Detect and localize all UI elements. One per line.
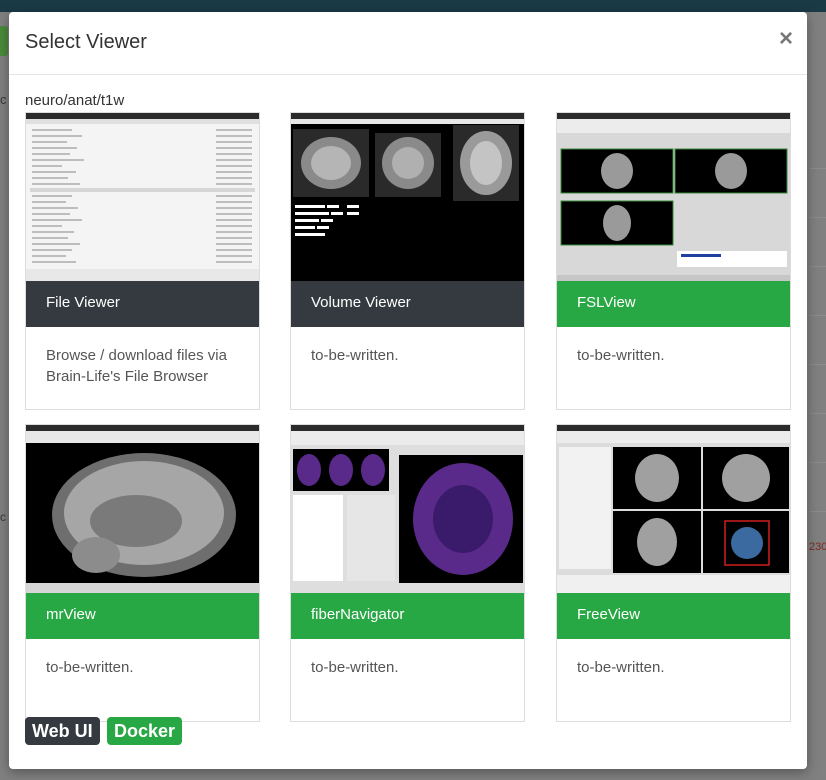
viewer-card-file-viewer[interactable]: File Viewer Browse / download files via … [25, 112, 260, 410]
viewer-name: fiberNavigator [291, 593, 524, 639]
freeview-screenshot [557, 425, 790, 593]
viewer-name: FSLView [557, 281, 790, 327]
background-id-text: 2308 [809, 541, 826, 553]
background-text: c [0, 92, 7, 107]
viewer-description: to-be-written. [311, 347, 399, 364]
datatype-path: neuro/anat/t1w [25, 92, 125, 109]
file-viewer-screenshot [26, 113, 259, 281]
viewer-card-mrview[interactable]: mrView to-be-written. [25, 424, 260, 722]
viewer-card-fslview[interactable]: FSLView to-be-written. [556, 112, 791, 410]
close-button[interactable]: × [779, 26, 793, 52]
viewer-description: to-be-written. [577, 347, 665, 364]
viewer-card-freeview[interactable]: FreeView to-be-written. [556, 424, 791, 722]
viewer-name: Volume Viewer [291, 281, 524, 327]
mrview-screenshot [26, 425, 259, 593]
viewer-card-fibernavigator[interactable]: fiberNavigator to-be-written. [290, 424, 525, 722]
modal-header: Select Viewer × [9, 12, 807, 75]
volume-viewer-screenshot [291, 113, 524, 281]
fslview-screenshot [557, 113, 790, 281]
viewer-name: File Viewer [26, 281, 259, 327]
background-rows [810, 120, 826, 512]
viewer-name: FreeView [557, 593, 790, 639]
web-ui-badge: Web UI [25, 717, 100, 745]
viewer-card-volume-viewer[interactable]: Volume Viewer to-be-written. [290, 112, 525, 410]
fibernavigator-screenshot [291, 425, 524, 593]
viewer-name: mrView [26, 593, 259, 639]
viewer-description: to-be-written. [577, 659, 665, 676]
sidebar-tab [0, 26, 8, 56]
background-text: c [0, 510, 6, 524]
modal-title: Select Viewer [25, 31, 147, 53]
select-viewer-modal: Select Viewer × neuro/anat/t1w File View… [9, 12, 807, 769]
docker-badge: Docker [107, 717, 183, 745]
viewer-description: Browse / download files via Brain-Life's… [46, 347, 227, 385]
viewer-description: to-be-written. [46, 659, 134, 676]
viewer-description: to-be-written. [311, 659, 399, 676]
top-navbar [0, 0, 826, 12]
